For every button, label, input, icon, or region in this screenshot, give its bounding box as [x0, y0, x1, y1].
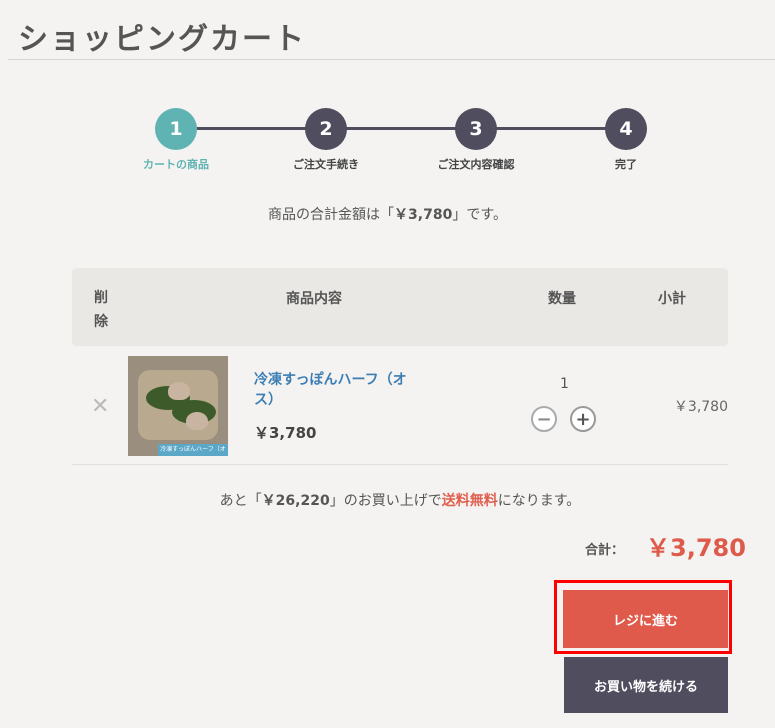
step-3-circle: 3	[455, 108, 497, 150]
thumbnail-caption: 冷凍すっぽんハーフ（オス）	[158, 444, 228, 456]
remaining-amount: ￥26,220	[261, 493, 330, 509]
step-4-label: 完了	[615, 158, 637, 171]
header-delete: 削除	[94, 290, 108, 330]
product-thumbnail[interactable]: 冷凍すっぽんハーフ（オス）	[128, 356, 228, 456]
step-2-circle: 2	[305, 108, 347, 150]
cart-total-amount: ￥3,780	[394, 207, 453, 223]
title-divider	[8, 59, 775, 60]
minus-icon[interactable]: −	[531, 406, 557, 432]
step-2-label: ご注文手続き	[293, 158, 359, 171]
step-3-label: ご注文内容確認	[437, 158, 515, 171]
row-subtotal: ￥3,780	[673, 399, 728, 415]
grand-total-label: 合計：	[585, 543, 625, 558]
step-4-circle: 4	[605, 108, 647, 150]
table-row: ✕ 冷凍すっぽんハーフ（オス） 冷凍すっぽんハーフ（オス） ￥3,780 1 −…	[72, 346, 728, 465]
quantity-value: 1	[560, 376, 569, 392]
close-icon[interactable]: ✕	[91, 394, 109, 419]
cart-table-header: 削除 商品内容 数量 小計	[72, 268, 728, 346]
cart-total-message: 商品の合計金額は「￥3,780」です。	[268, 207, 507, 223]
checkout-button[interactable]: レジに進む	[563, 590, 728, 648]
grand-total-value: ￥3,780	[646, 534, 746, 562]
product-price: ￥3,780	[254, 424, 317, 442]
step-1-circle: 1	[155, 108, 197, 150]
product-name-link[interactable]: 冷凍すっぽんハーフ（オス）	[254, 370, 414, 410]
thumbnail-shell	[168, 382, 190, 400]
page-title: ショッピングカート	[18, 22, 306, 57]
stepper-line	[176, 127, 626, 130]
header-subtotal: 小計	[658, 291, 686, 307]
header-quantity: 数量	[548, 291, 576, 307]
free-shipping-label: 送料無料	[441, 493, 498, 509]
step-1-label: カートの商品	[143, 158, 209, 171]
continue-shopping-button[interactable]: お買い物を続ける	[564, 657, 728, 713]
plus-icon[interactable]: +	[570, 406, 596, 432]
free-shipping-message: あと「￥26,220」のお買い上げで送料無料になります。	[219, 493, 581, 509]
header-item: 商品内容	[286, 291, 342, 307]
thumbnail-shell	[186, 412, 208, 430]
